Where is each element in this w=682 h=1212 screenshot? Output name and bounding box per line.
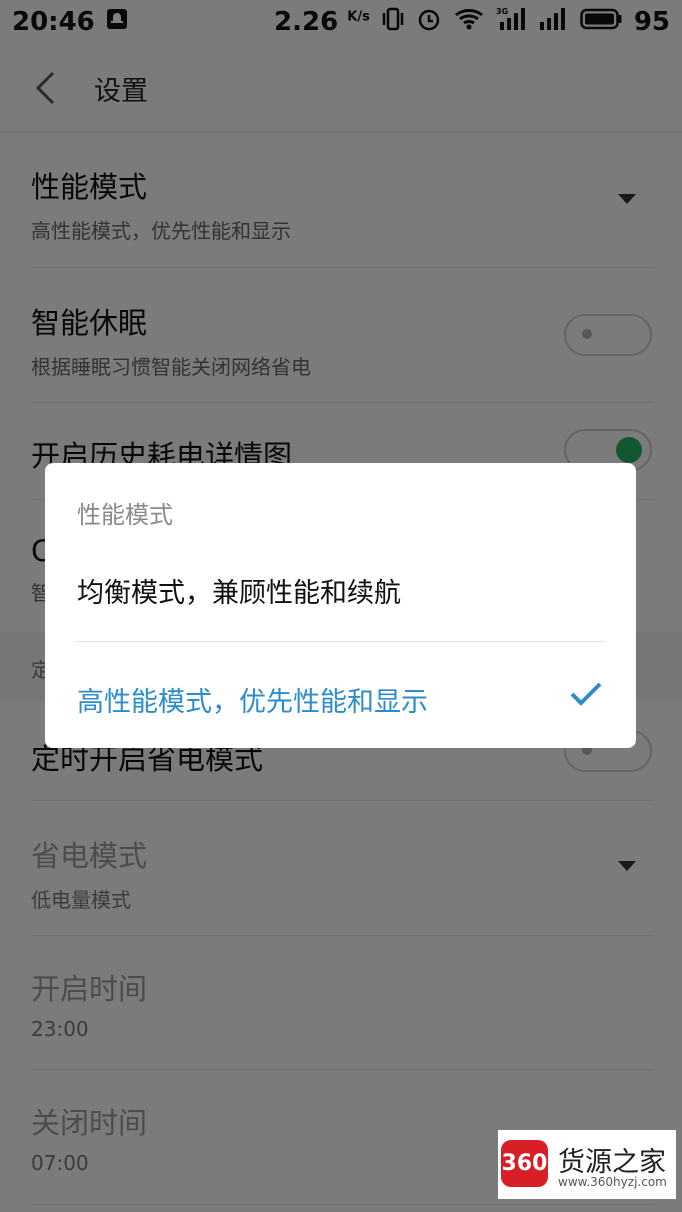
dialog-divider [75, 641, 606, 642]
watermark-logo: 360 [501, 1140, 548, 1187]
dialog-title: 性能模式 [77, 501, 173, 529]
option-high-performance[interactable]: 高性能模式，优先性能和显示 [77, 680, 428, 719]
performance-mode-dialog: 性能模式 均衡模式，兼顾性能和续航 高性能模式，优先性能和显示 [45, 463, 636, 748]
watermark: 360 货源之家 www.360hyzj.com [498, 1130, 676, 1199]
checkmark-icon [570, 682, 602, 706]
watermark-url: www.360hyzj.com [558, 1175, 667, 1189]
watermark-brand: 货源之家 [558, 1147, 666, 1178]
option-balanced[interactable]: 均衡模式，兼顾性能和续航 [77, 571, 401, 610]
